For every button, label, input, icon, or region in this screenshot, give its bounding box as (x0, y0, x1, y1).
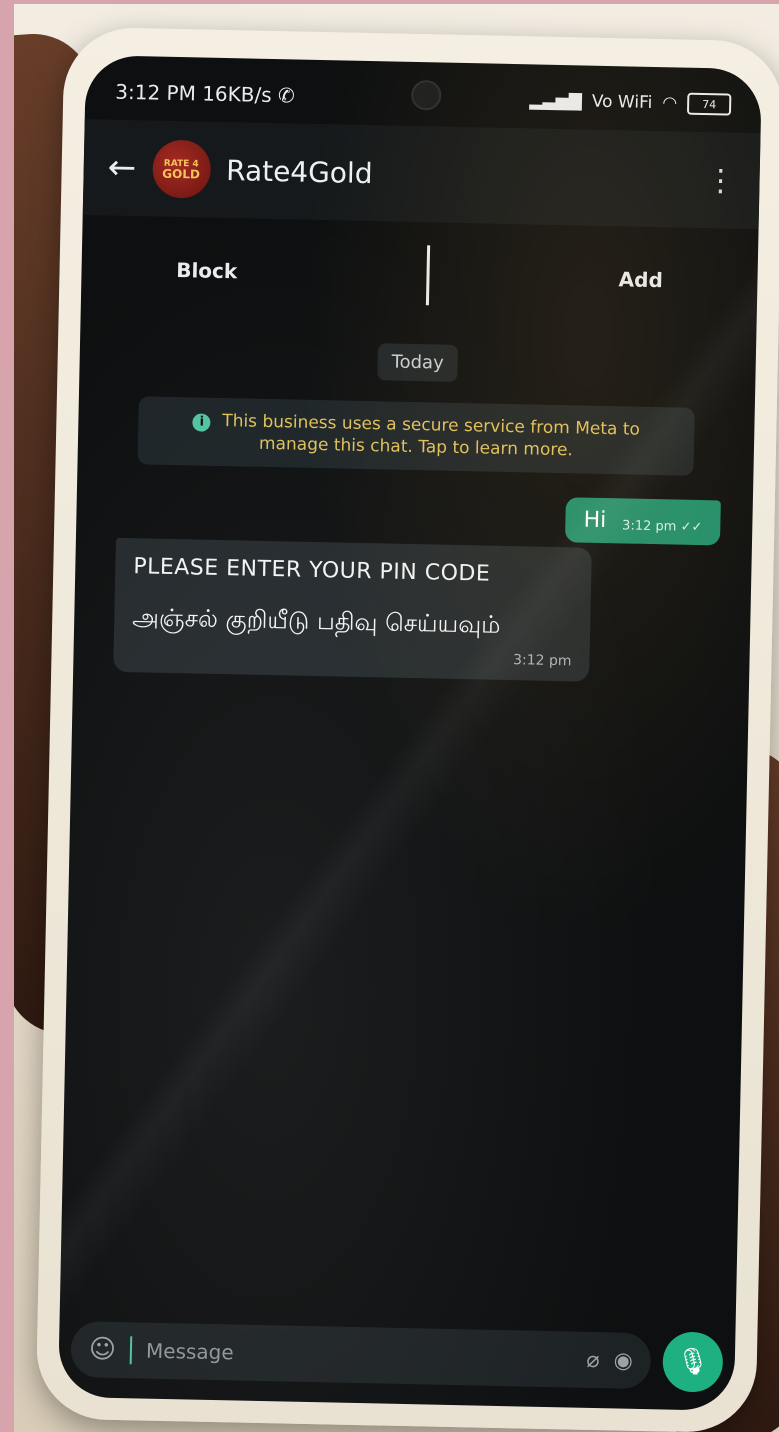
phone-case: 3:12 PM 16KB/s ✆ ▂▃▅▇ Vo WiFi ◠ 74 ← RAT (35, 26, 779, 1432)
paperclip-icon[interactable]: ⌀ (586, 1347, 600, 1372)
camera-icon[interactable]: ◉ (613, 1348, 633, 1373)
message-line-english: PLEASE ENTER YOUR PIN CODE (133, 554, 491, 587)
battery-level: 74 (702, 97, 717, 111)
add-button[interactable]: Add (618, 267, 663, 292)
avatar[interactable]: RATE 4 GOLD (151, 139, 211, 199)
block-button[interactable]: Block (176, 258, 237, 283)
back-arrow-icon[interactable]: ← (107, 148, 136, 189)
notice-text: This business uses a secure service from… (222, 411, 641, 461)
block-add-bar: Block Add (81, 223, 759, 327)
message-composer: ☺ Message ⌀ ◉ 🎙 (70, 1317, 724, 1395)
text-cursor (129, 1336, 133, 1365)
message-text: Hi (583, 507, 607, 534)
vowifi-label: Vo WiFi (591, 91, 653, 113)
message-meta: 3:12 pm ✓✓ (622, 518, 702, 535)
info-icon: i (192, 413, 212, 432)
signal-icon: ▂▃▅▇ (529, 90, 583, 112)
message-input[interactable]: ☺ Message ⌀ ◉ (70, 1321, 652, 1390)
status-left: 3:12 PM 16KB/s ✆ (115, 80, 295, 108)
outgoing-message[interactable]: Hi 3:12 pm ✓✓ (565, 497, 721, 546)
microphone-icon[interactable]: 🎙 (662, 1331, 724, 1393)
whatsapp-call-icon: ✆ (277, 83, 296, 108)
incoming-message[interactable]: PLEASE ENTER YOUR PIN CODE அஞ்சல் குறியீ… (113, 537, 592, 682)
photo-background: 3:12 PM 16KB/s ✆ ▂▃▅▇ Vo WiFi ◠ 74 ← RAT (14, 4, 779, 1432)
date-separator: Today (377, 343, 459, 382)
chat-header: ← RATE 4 GOLD Rate4Gold ⋮ (82, 119, 761, 230)
message-time: 3:12 pm (621, 518, 677, 535)
action-divider (425, 245, 431, 306)
status-time: 3:12 PM (115, 79, 197, 106)
double-check-icon: ✓✓ (680, 519, 703, 536)
status-right: ▂▃▅▇ Vo WiFi ◠ 74 (529, 89, 732, 116)
avatar-bottom-text: GOLD (162, 166, 201, 182)
emoji-icon[interactable]: ☺ (89, 1334, 117, 1365)
battery-icon: 74 (686, 92, 732, 116)
message-placeholder: Message (145, 1338, 234, 1365)
phone-screen: 3:12 PM 16KB/s ✆ ▂▃▅▇ Vo WiFi ◠ 74 ← RAT (57, 55, 762, 1411)
contact-name[interactable]: Rate4Gold (226, 154, 690, 197)
more-vert-icon[interactable]: ⋮ (705, 163, 736, 199)
wifi-icon: ◠ (662, 93, 678, 114)
message-line-tamil: அஞ்சல் குறியீடு பதிவு செய்யவும் (132, 603, 501, 639)
message-time: 3:12 pm (512, 652, 572, 670)
business-notice[interactable]: i This business uses a secure service fr… (137, 396, 695, 476)
status-data-speed: 16KB/s (201, 81, 272, 107)
